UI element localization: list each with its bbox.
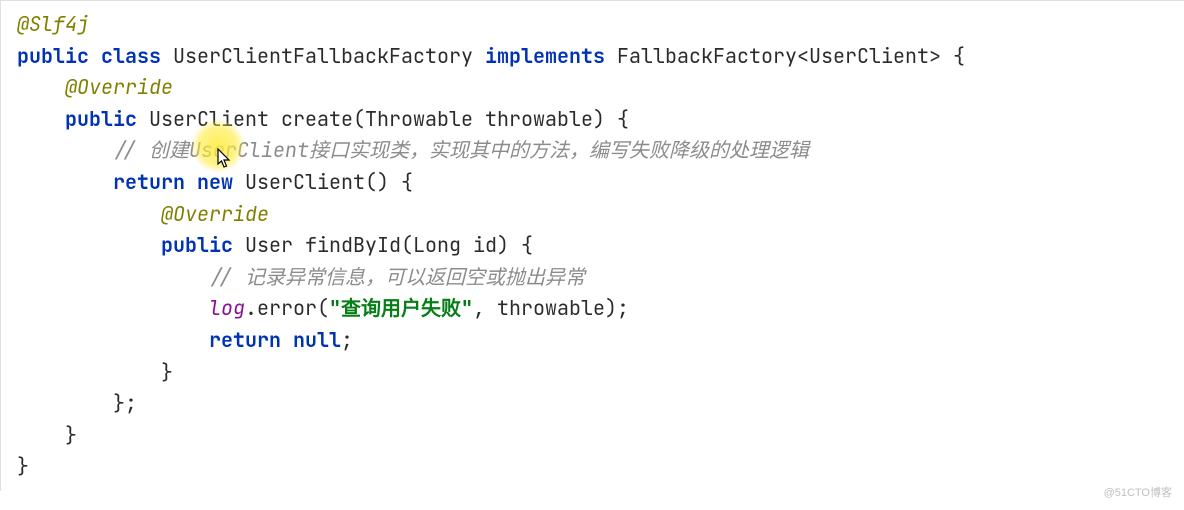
annotation: @Override — [65, 74, 173, 100]
keyword-return: return — [113, 169, 185, 195]
semicolon: ; — [341, 327, 353, 353]
keyword-class: class — [101, 43, 161, 69]
indent — [17, 327, 209, 353]
indent — [17, 264, 209, 290]
keyword-return: return — [209, 327, 281, 353]
indent — [17, 295, 209, 321]
indent — [17, 74, 65, 100]
brace: { — [941, 43, 965, 69]
indent — [17, 201, 161, 227]
indent — [17, 169, 113, 195]
keyword-new: new — [197, 169, 233, 195]
comment: // 创建UserClient接口实现类，实现其中的方法，编写失败降级的处理逻辑 — [113, 137, 809, 163]
call-close: , throwable); — [473, 295, 629, 321]
keyword-null: null — [293, 327, 341, 353]
indent — [17, 232, 161, 258]
annotation: @Slf4j — [17, 11, 89, 37]
log-ident: log — [209, 295, 245, 321]
indent — [17, 106, 65, 132]
class-name: UserClientFallbackFactory — [173, 43, 473, 69]
keyword-public: public — [161, 232, 233, 258]
method-sig: findById(Long id) { — [305, 232, 533, 258]
code-block: @Slf4j public class UserClientFallbackFa… — [0, 0, 1184, 491]
brace-close: } — [17, 359, 173, 385]
string-literal: "查询用户失败" — [329, 295, 473, 321]
brace-close: } — [17, 453, 29, 479]
brace-close: } — [17, 422, 77, 448]
keyword-public: public — [17, 43, 89, 69]
keyword-public: public — [65, 106, 137, 132]
brace-close: }; — [17, 390, 137, 416]
indent — [17, 137, 113, 163]
annotation: @Override — [161, 201, 269, 227]
method-sig: create(Throwable throwable) { — [281, 106, 629, 132]
new-expr: UserClient() { — [245, 169, 413, 195]
keyword-implements: implements — [485, 43, 605, 69]
return-type: User — [245, 232, 293, 258]
return-type: UserClient — [149, 106, 269, 132]
watermark: @51CTO博客 — [1104, 485, 1172, 502]
impl-type: FallbackFactory<UserClient> — [617, 43, 941, 69]
call-open: .error( — [245, 295, 329, 321]
comment: // 记录异常信息，可以返回空或抛出异常 — [209, 264, 585, 290]
